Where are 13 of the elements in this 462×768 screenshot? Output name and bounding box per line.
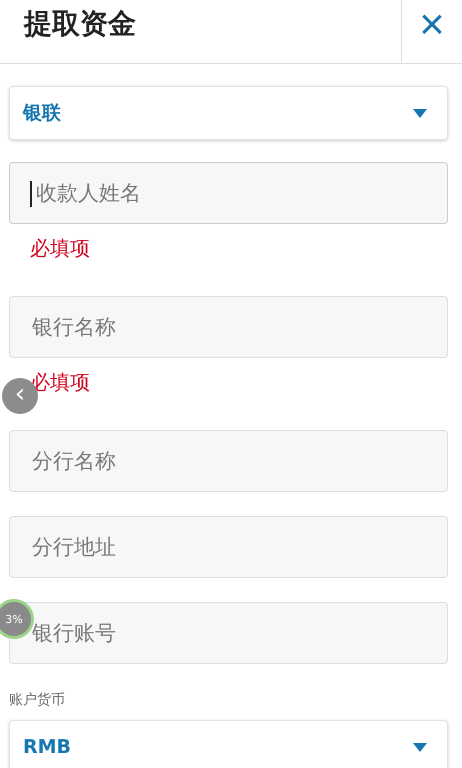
caret-icon — [413, 108, 427, 118]
dropdown[interactable]: 银联 — [9, 86, 448, 140]
input-field[interactable]: 分行名称 — [9, 430, 448, 492]
field-label: 账户货币 — [9, 691, 66, 710]
dropdown[interactable]: RMB — [9, 720, 448, 768]
input-field[interactable]: 银行名称 — [9, 296, 448, 358]
error-message: 必填项 — [30, 236, 90, 260]
caret-icon — [413, 742, 427, 752]
close-button[interactable]: × — [402, 0, 462, 63]
input-field[interactable]: 分行地址 — [9, 516, 448, 578]
text-cursor — [30, 181, 32, 207]
input-field[interactable]: 收款人姓名 — [9, 162, 448, 224]
page-title: 提取资金 — [22, 6, 137, 42]
